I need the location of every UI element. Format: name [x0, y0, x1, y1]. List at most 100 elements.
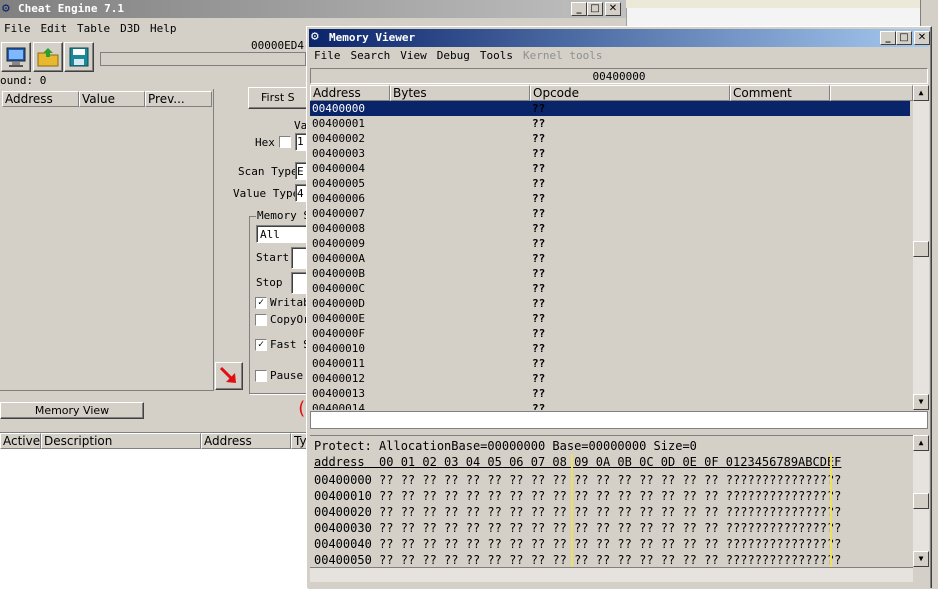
disasm-row[interactable]: 00400001??	[310, 116, 910, 131]
disasm-row[interactable]: 0040000C??	[310, 281, 910, 296]
viewer-close-button[interactable]: ✕	[914, 31, 930, 45]
hex-row[interactable]: 00400040 ?? ?? ?? ?? ?? ?? ?? ?? ?? ?? ?…	[314, 536, 841, 552]
disasm-row[interactable]: 00400005??	[310, 176, 910, 191]
folder-open-icon	[37, 48, 59, 67]
disasm-row[interactable]: 00400000??	[310, 101, 910, 116]
disasm-scroll-up[interactable]: ▲	[913, 85, 929, 101]
disasm-row[interactable]: 00400010??	[310, 341, 910, 356]
viewer-menu-search[interactable]: Search	[351, 49, 391, 62]
fastscan-checkbox[interactable]: ✓	[255, 339, 267, 351]
viewer-minimize-button[interactable]: _	[880, 31, 896, 45]
hex-scroll-up[interactable]: ▲	[913, 435, 929, 451]
disasm-row[interactable]: 0040000D??	[310, 296, 910, 311]
disasm-row[interactable]: 00400002??	[310, 131, 910, 146]
viewer-menu-file[interactable]: File	[314, 49, 341, 62]
disasm-address: 00400005	[312, 177, 365, 190]
value-type-label: Value Type	[233, 187, 300, 200]
disasm-row[interactable]: 00400009??	[310, 236, 910, 251]
table-col-description[interactable]: Description	[41, 433, 201, 449]
hex-row[interactable]: 00400020 ?? ?? ?? ?? ?? ?? ?? ?? ?? ?? ?…	[314, 504, 841, 520]
hex-row[interactable]: 00400050 ?? ?? ?? ?? ?? ?? ?? ?? ?? ?? ?…	[314, 552, 841, 568]
disassembler-view[interactable]: Address Bytes Opcode Comment 00400000?? 0…	[310, 85, 913, 410]
hex-label: Hex	[255, 136, 275, 149]
disasm-row[interactable]: 00400011??	[310, 356, 910, 371]
copyonwrite-label: CopyOr	[270, 313, 310, 326]
disasm-address: 00400007	[312, 207, 365, 220]
disasm-address: 00400013	[312, 387, 365, 400]
disasm-col-address[interactable]: Address	[310, 85, 390, 101]
disasm-row[interactable]: 00400006??	[310, 191, 910, 206]
disasm-opcode: ??	[532, 132, 546, 145]
disasm-scroll-down[interactable]: ▼	[913, 394, 929, 410]
hex-view[interactable]: Protect: AllocationBase=00000000 Base=00…	[310, 435, 913, 568]
hex-scroll-down[interactable]: ▼	[913, 551, 929, 567]
menu-d3d[interactable]: D3D	[120, 22, 140, 35]
disasm-row[interactable]: 00400014??	[310, 401, 910, 410]
process-label: 00000ED4-	[251, 39, 311, 52]
disasm-row[interactable]: 0040000E??	[310, 311, 910, 326]
add-address-arrow-button[interactable]	[215, 362, 243, 390]
first-scan-button[interactable]: First S	[248, 87, 308, 109]
maximize-button[interactable]: □	[587, 2, 603, 16]
disasm-row[interactable]: 00400012??	[310, 371, 910, 386]
disasm-row[interactable]: 0040000B??	[310, 266, 910, 281]
scan-results-list[interactable]: Address Value Prev...	[0, 89, 214, 391]
table-col-active[interactable]: Active	[0, 433, 41, 449]
hex-row[interactable]: 00400010 ?? ?? ?? ?? ?? ?? ?? ?? ?? ?? ?…	[314, 488, 841, 504]
start-label: Start	[256, 251, 290, 264]
disasm-scroll-thumb[interactable]	[913, 241, 929, 257]
col-value[interactable]: Value	[79, 91, 145, 107]
disasm-col-opcode[interactable]: Opcode	[530, 85, 730, 101]
disasm-col-bytes[interactable]: Bytes	[390, 85, 530, 101]
memory-view-button[interactable]: Memory View	[0, 402, 144, 419]
close-button[interactable]: ✕	[605, 2, 621, 16]
disasm-address: 00400012	[312, 372, 365, 385]
pause-checkbox[interactable]	[255, 370, 267, 382]
disasm-address: 00400010	[312, 342, 365, 355]
address-table[interactable]: Active Description Address Ty	[0, 432, 308, 589]
menu-help[interactable]: Help	[150, 22, 177, 35]
disasm-rows: 00400000?? 00400001?? 00400002?? 00400003??…	[310, 101, 913, 410]
menu-table[interactable]: Table	[77, 22, 110, 35]
minimize-button[interactable]: _	[571, 2, 587, 16]
hex-scrollbar[interactable]: ▲ ▼	[913, 435, 929, 567]
table-col-address[interactable]: Address	[201, 433, 291, 449]
main-title-bar[interactable]: ⚙ Cheat Engine 7.1 _ □ ✕	[0, 0, 626, 18]
menu-file[interactable]: File	[4, 22, 31, 35]
disasm-row[interactable]: 0040000A??	[310, 251, 910, 266]
writable-checkbox[interactable]: ✓	[255, 297, 267, 309]
menu-edit[interactable]: Edit	[41, 22, 68, 35]
disasm-opcode: ??	[532, 297, 546, 310]
open-file-button[interactable]	[33, 42, 63, 72]
viewer-menu-bar: File Search View Debug Tools Kernel tools	[314, 48, 612, 64]
viewer-maximize-button[interactable]: □	[896, 31, 912, 45]
disasm-scrollbar[interactable]: ▲ ▼	[913, 85, 929, 410]
hex-row[interactable]: 00400030 ?? ?? ?? ?? ?? ?? ?? ?? ?? ?? ?…	[314, 520, 841, 536]
memory-region-select[interactable]: All	[256, 225, 308, 243]
viewer-menu-tools[interactable]: Tools	[480, 49, 513, 62]
col-previous[interactable]: Prev...	[145, 91, 212, 107]
disasm-row[interactable]: 0040000F??	[310, 326, 910, 341]
viewer-menu-view[interactable]: View	[400, 49, 427, 62]
disasm-row[interactable]: 00400004??	[310, 161, 910, 176]
hex-horizontal-scrollbar[interactable]	[310, 567, 913, 582]
disasm-row[interactable]: 00400007??	[310, 206, 910, 221]
hex-checkbox[interactable]	[279, 136, 291, 148]
disasm-row[interactable]: 00400013??	[310, 386, 910, 401]
hex-row[interactable]: 00400000 ?? ?? ?? ?? ?? ?? ?? ?? ?? ?? ?…	[314, 472, 841, 488]
save-button[interactable]	[64, 42, 94, 72]
select-process-button[interactable]	[1, 42, 31, 72]
disasm-address: 00400000	[312, 102, 365, 115]
col-address[interactable]: Address	[2, 91, 79, 107]
disasm-opcode: ??	[532, 372, 546, 385]
disasm-col-comment[interactable]: Comment	[730, 85, 830, 101]
hex-scroll-thumb[interactable]	[913, 493, 929, 509]
disasm-row[interactable]: 00400003??	[310, 146, 910, 161]
disasm-address: 00400001	[312, 117, 365, 130]
viewer-menu-debug[interactable]: Debug	[437, 49, 470, 62]
copyonwrite-checkbox[interactable]	[255, 314, 267, 326]
disasm-opcode: ??	[532, 222, 546, 235]
disasm-address: 0040000C	[312, 282, 365, 295]
viewer-title-bar[interactable]: ⚙ Memory Viewer _ □ ✕	[309, 29, 930, 47]
disasm-row[interactable]: 00400008??	[310, 221, 910, 236]
